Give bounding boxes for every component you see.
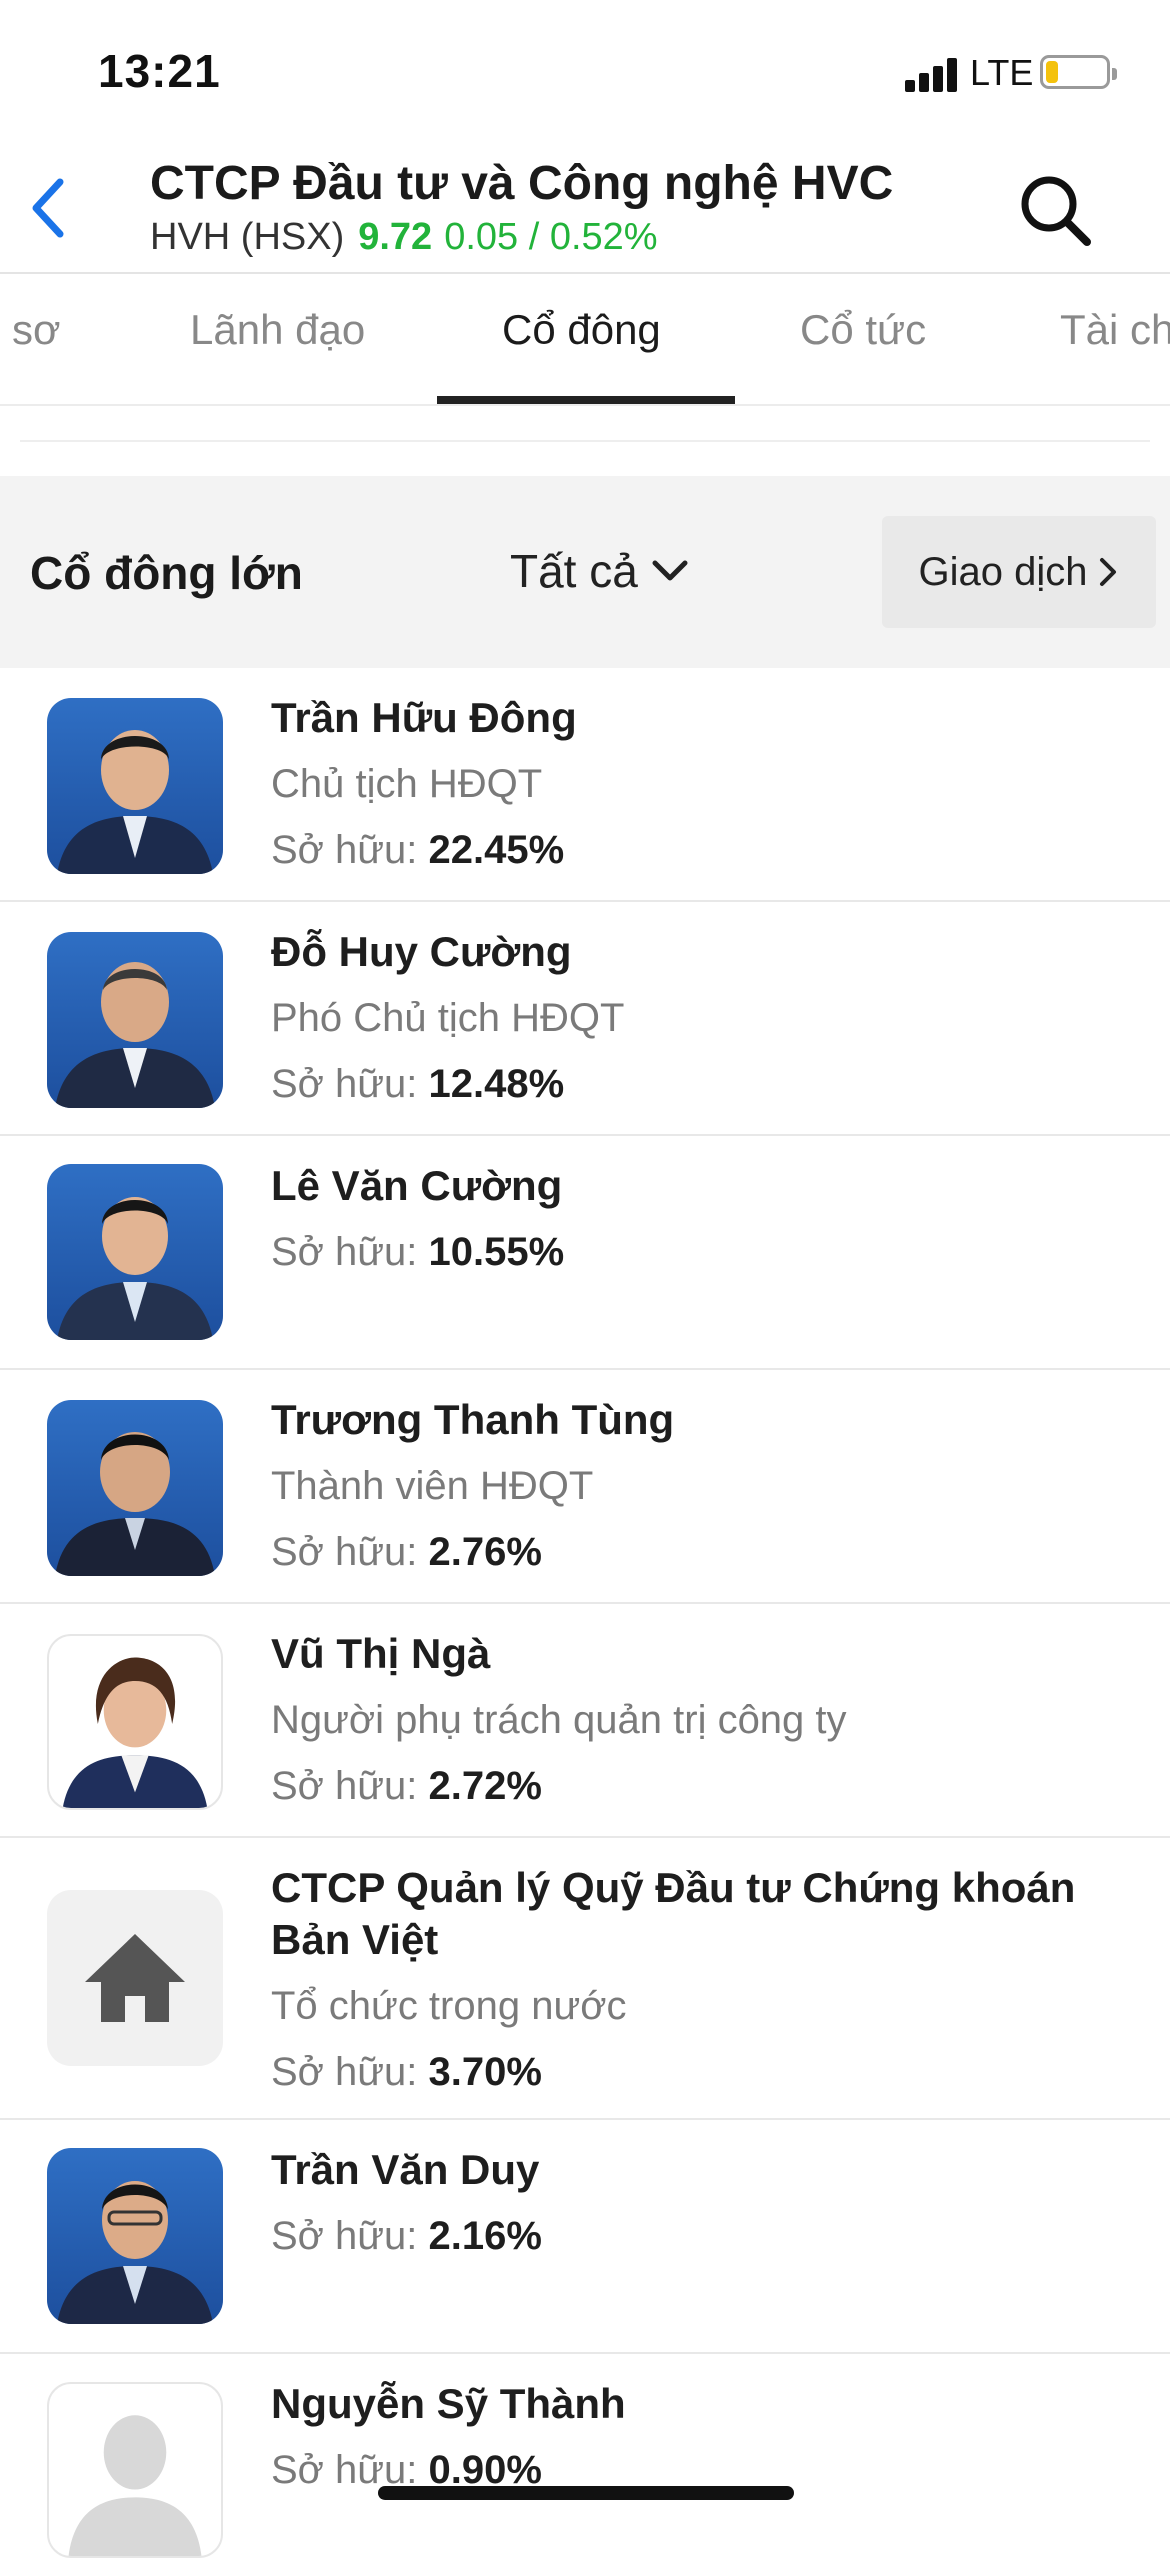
status-time: 13:21 (98, 45, 221, 97)
shareholder-role: Tổ chức trong nước (271, 1984, 627, 2028)
ownership-value: 2.16% (428, 2214, 542, 2258)
avatar (47, 932, 223, 1108)
tab-leadership[interactable]: Lãnh đạo (190, 306, 365, 354)
ownership-line: Sở hữu: 22.45% (271, 824, 577, 876)
ticker-label: HVH (HSX) (150, 216, 345, 258)
quote-line: HVH (HSX) 9.72 0.05 / 0.52% (150, 216, 658, 259)
shareholder-role: Chủ tịch HĐQT (271, 762, 543, 806)
home-icon (85, 1934, 185, 2022)
back-button[interactable] (20, 170, 80, 240)
ownership-line: Sở hữu: 2.72% (271, 1760, 847, 1812)
ownership-label: Sở hữu: (271, 2214, 418, 2258)
trade-button-label: Giao dịch (918, 549, 1088, 594)
ownership-value: 2.76% (428, 1530, 542, 1574)
network-label: LTE (970, 52, 1034, 93)
section-title: Cổ đông lớn (30, 547, 303, 599)
ownership-line: Sở hữu: 12.48% (271, 1058, 624, 1110)
ownership-value: 2.72% (428, 1764, 542, 1808)
header: CTCP Đầu tư và Công nghệ HVC HVH (HSX) 9.… (0, 150, 1170, 274)
ownership-label: Sở hữu: (271, 1530, 418, 1574)
avatar (47, 1634, 223, 1810)
ownership-label: Sở hữu: (271, 1764, 418, 1808)
tab-shareholders[interactable]: Cổ đông (502, 306, 661, 354)
status-bar: 13:21 LTE (0, 0, 1170, 150)
shareholder-name: CTCP Quản lý Quỹ Đầu tư Chứng khoán Bản … (271, 1864, 1076, 1963)
list-item[interactable]: CTCP Quản lý Quỹ Đầu tư Chứng khoán Bản … (0, 1838, 1170, 2120)
price-value: 9.72 (358, 216, 433, 258)
list-item[interactable]: Trương Thanh Tùng Thành viên HĐQT Sở hữu… (0, 1370, 1170, 1604)
ownership-value: 22.45% (428, 828, 565, 872)
list-item[interactable]: Vũ Thị Ngà Người phụ trách quản trị công… (0, 1604, 1170, 1838)
divider (20, 440, 1150, 442)
chevron-right-icon (1100, 558, 1117, 586)
signal-icon (905, 56, 961, 92)
list-item[interactable]: Lê Văn Cường Sở hữu: 10.55% (0, 1136, 1170, 1370)
shareholder-name: Trần Văn Duy (271, 2146, 540, 2193)
list-item[interactable]: Trần Văn Duy Sở hữu: 2.16% (0, 2120, 1170, 2354)
tab-bar: sơ Lãnh đạo Cổ đông Cổ tức Tài ch (0, 272, 1170, 406)
filter-label: Tất cả (510, 545, 638, 597)
person-photo (55, 962, 215, 1108)
search-button[interactable] (1015, 170, 1095, 250)
avatar (47, 698, 223, 874)
home-indicator[interactable] (378, 2486, 794, 2500)
ownership-label: Sở hữu: (271, 1062, 418, 1106)
ownership-line: Sở hữu: 3.70% (271, 2046, 1131, 2098)
shareholder-name: Trương Thanh Tùng (271, 1396, 675, 1443)
chevron-left-icon (32, 178, 64, 238)
ownership-line: Sở hữu: 2.16% (271, 2210, 542, 2262)
person-photo (57, 730, 213, 874)
shareholder-name: Lê Văn Cường (271, 1162, 563, 1209)
person-photo (57, 2181, 213, 2324)
tab-dividends[interactable]: Cổ tức (800, 306, 926, 354)
list-item[interactable]: Nguyễn Sỹ Thành Sở hữu: 0.90% (0, 2354, 1170, 2574)
avatar (47, 1164, 223, 1340)
list-item[interactable]: Đỗ Huy Cường Phó Chủ tịch HĐQT Sở hữu: 1… (0, 902, 1170, 1136)
ownership-label: Sở hữu: (271, 828, 418, 872)
shareholder-name: Đỗ Huy Cường (271, 928, 572, 975)
ownership-value: 12.48% (428, 1062, 565, 1106)
trade-button[interactable]: Giao dịch (882, 516, 1156, 628)
search-icon (1021, 176, 1091, 246)
avatar (47, 1400, 223, 1576)
chevron-down-icon (652, 560, 688, 581)
list-item[interactable]: Trần Hữu Đông Chủ tịch HĐQT Sở hữu: 22.4… (0, 668, 1170, 902)
ownership-label: Sở hữu: (271, 1230, 418, 1274)
tab-financials[interactable]: Tài ch (1060, 306, 1170, 354)
shareholder-name: Trần Hữu Đông (271, 694, 577, 741)
person-photo (55, 1432, 215, 1576)
shareholder-role: Thành viên HĐQT (271, 1464, 594, 1508)
filter-dropdown[interactable]: Tất cả (510, 544, 690, 598)
price-change: 0.05 / 0.52% (444, 216, 658, 258)
shareholder-role: Phó Chủ tịch HĐQT (271, 996, 625, 1040)
shareholder-list: Trần Hữu Đông Chủ tịch HĐQT Sở hữu: 22.4… (0, 668, 1170, 2574)
ownership-label: Sở hữu: (271, 2050, 418, 2094)
shareholder-role: Người phụ trách quản trị công ty (271, 1698, 847, 1742)
ownership-line: Sở hữu: 10.55% (271, 1226, 564, 1278)
default-user-icon (68, 2415, 202, 2556)
avatar (47, 1890, 223, 2066)
tab-profile[interactable]: sơ (12, 306, 61, 354)
person-photo (57, 1197, 213, 1340)
battery-icon (1040, 55, 1117, 89)
company-title: CTCP Đầu tư và Công nghệ HVC (150, 157, 894, 210)
person-photo (62, 1657, 208, 1808)
ownership-value: 10.55% (428, 1230, 565, 1274)
shareholder-name: Nguyễn Sỹ Thành (271, 2380, 626, 2427)
active-tab-indicator (437, 396, 735, 404)
ownership-line: Sở hữu: 2.76% (271, 1526, 674, 1578)
major-shareholders-bar: Cổ đông lớn Tất cả Giao dịch (0, 476, 1170, 668)
shareholder-name: Vũ Thị Ngà (271, 1630, 491, 1677)
ownership-value: 3.70% (428, 2050, 542, 2094)
avatar (47, 2148, 223, 2324)
